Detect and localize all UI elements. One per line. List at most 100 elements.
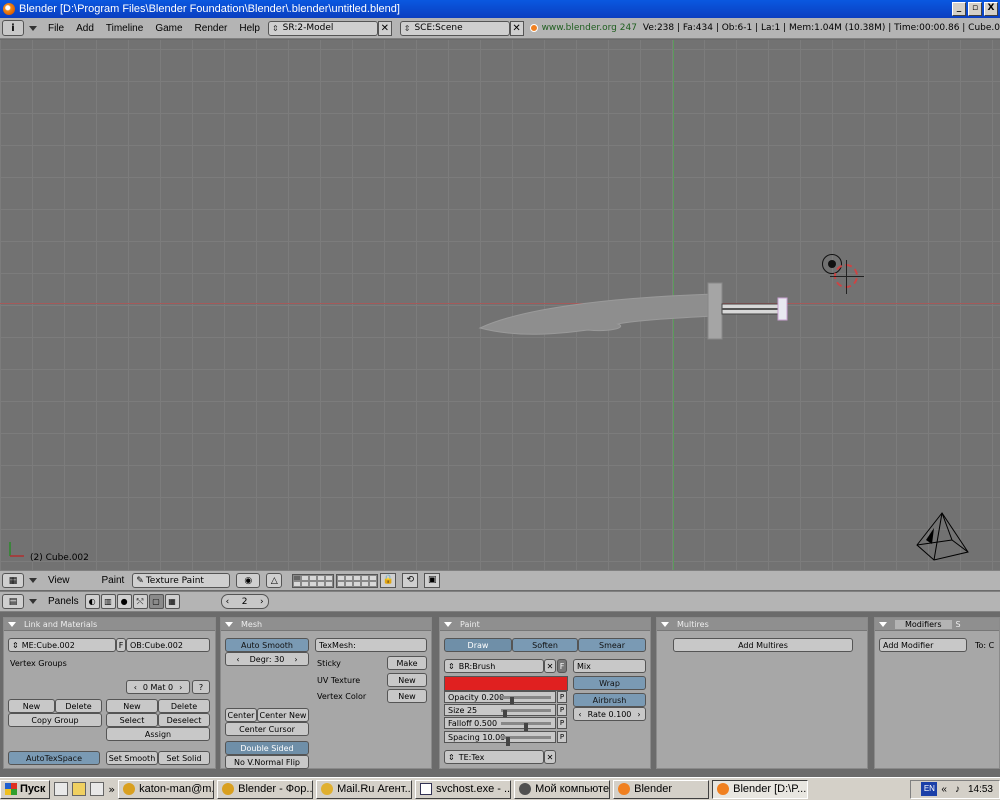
- spacing-pressure-toggle[interactable]: P: [557, 731, 567, 743]
- brush-fake-user-toggle[interactable]: F: [557, 659, 567, 673]
- size-slider[interactable]: Size 25: [444, 704, 556, 719]
- header-collapse-icon[interactable]: [28, 25, 37, 31]
- spacing-slider[interactable]: Spacing 10.00: [444, 731, 556, 746]
- panel-header[interactable]: Mesh: [221, 618, 431, 631]
- size-pressure-toggle[interactable]: P: [557, 704, 567, 716]
- tray-expand-icon[interactable]: «: [941, 784, 947, 795]
- taskbar-item[interactable]: Blender: [613, 779, 710, 799]
- blend-mode-selector[interactable]: Mix: [573, 659, 646, 673]
- texture-selector[interactable]: ⇕ TE:Tex: [444, 750, 544, 764]
- maximize-button[interactable]: ▫: [968, 2, 982, 16]
- show-desktop-icon[interactable]: [54, 782, 69, 796]
- smooth-degree-field[interactable]: ‹ Degr: 30 ›: [225, 652, 309, 666]
- select-material-button[interactable]: Select: [106, 713, 158, 727]
- delete-material-button[interactable]: Delete: [158, 699, 210, 713]
- blender-website-link[interactable]: www.blender.org 247: [529, 23, 637, 33]
- close-button[interactable]: X: [984, 2, 998, 16]
- object-context-icon[interactable]: ⤲: [132, 594, 148, 609]
- wrap-toggle[interactable]: Wrap: [573, 676, 646, 690]
- scene-selector[interactable]: ⇕ SCE:Scene: [399, 20, 510, 36]
- panels-menu[interactable]: Panels: [48, 596, 79, 607]
- mode-selector[interactable]: ✎ Texture Paint: [132, 573, 231, 588]
- taskbar-item[interactable]: svchost.exe - ...: [415, 779, 512, 799]
- start-button[interactable]: Пуск: [0, 779, 51, 799]
- panel-header[interactable]: Modifiers S: [875, 618, 999, 631]
- layer-buttons-2[interactable]: [336, 573, 379, 588]
- header-collapse-icon[interactable]: [29, 599, 37, 604]
- collapse-triangle-icon[interactable]: [444, 621, 452, 627]
- menu-help[interactable]: Help: [233, 23, 266, 34]
- vertex-color-new-button[interactable]: New: [387, 689, 427, 703]
- script-context-icon[interactable]: ▥: [100, 594, 116, 609]
- delete-vertex-group-button[interactable]: Delete: [55, 699, 102, 713]
- material-index-field[interactable]: ‹ 0 Mat 0 ›: [126, 680, 190, 694]
- sticky-make-button[interactable]: Make: [387, 656, 427, 670]
- fake-user-toggle[interactable]: F: [116, 638, 126, 652]
- object-name-field[interactable]: OB:Cube.002: [126, 638, 210, 652]
- opacity-slider[interactable]: Opacity 0.200: [444, 691, 556, 706]
- panel-header[interactable]: Link and Materials: [4, 618, 215, 631]
- delete-screen-button[interactable]: ✕: [377, 20, 392, 36]
- taskbar-item[interactable]: katon-man@m...: [118, 779, 215, 799]
- header-collapse-icon[interactable]: [29, 578, 37, 583]
- quicklaunch-window-icon[interactable]: [90, 782, 105, 796]
- 3d-viewport[interactable]: (2) Cube.002: [0, 40, 1000, 570]
- auto-smooth-toggle[interactable]: Auto Smooth: [225, 638, 309, 652]
- collapse-triangle-icon[interactable]: [661, 621, 669, 627]
- lock-icon[interactable]: 🔒: [380, 573, 397, 588]
- material-help-button[interactable]: ?: [192, 680, 210, 694]
- collapse-triangle-icon[interactable]: [879, 621, 887, 627]
- assign-material-button[interactable]: Assign: [106, 727, 210, 741]
- paint-tab-soften[interactable]: Soften: [512, 638, 578, 652]
- minimize-button[interactable]: _: [952, 2, 966, 16]
- quicklaunch-more-icon[interactable]: »: [108, 783, 115, 796]
- brush-color-swatch[interactable]: [444, 676, 568, 691]
- falloff-slider[interactable]: Falloff 0.500: [444, 717, 556, 732]
- layer-buttons-1[interactable]: [292, 573, 335, 588]
- decrement-arrow-icon[interactable]: ‹: [226, 597, 230, 607]
- set-smooth-button[interactable]: Set Smooth: [106, 751, 158, 765]
- editor-type-button[interactable]: ▦: [2, 573, 24, 588]
- shading-context-icon[interactable]: ●: [116, 594, 132, 609]
- new-vertex-group-button[interactable]: New: [8, 699, 55, 713]
- collapse-triangle-icon[interactable]: [8, 621, 16, 627]
- center-cursor-button[interactable]: Center Cursor: [225, 722, 309, 736]
- increment-arrow-icon[interactable]: ›: [260, 597, 264, 607]
- view-menu[interactable]: View: [48, 575, 70, 586]
- rate-field[interactable]: ‹ Rate 0.100 ›: [573, 707, 646, 721]
- copy-group-button[interactable]: Copy Group: [8, 713, 102, 727]
- center-new-button[interactable]: Center New: [257, 708, 309, 722]
- draw-type-selector[interactable]: ◉: [236, 573, 261, 588]
- no-vnormal-flip-toggle[interactable]: No V.Normal Flip: [225, 755, 309, 769]
- new-material-button[interactable]: New: [106, 699, 158, 713]
- scene-context-icon[interactable]: ▦: [164, 594, 180, 609]
- menu-timeline[interactable]: Timeline: [100, 23, 149, 34]
- menu-game[interactable]: Game: [149, 23, 188, 34]
- center-button[interactable]: Center: [225, 708, 257, 722]
- panel-header[interactable]: Multires: [657, 618, 867, 631]
- camera-icon[interactable]: [912, 510, 972, 565]
- paint-tab-smear[interactable]: Smear: [578, 638, 646, 652]
- info-window-type-button[interactable]: i: [2, 20, 24, 36]
- view-undo-icon[interactable]: ⟲: [402, 573, 419, 588]
- delete-scene-button[interactable]: ✕: [509, 20, 524, 36]
- taskbar-item[interactable]: Мой компьютер: [514, 779, 611, 799]
- taskbar-item-active[interactable]: Blender [D:\P...: [712, 779, 809, 799]
- paint-tab-draw[interactable]: Draw: [444, 638, 512, 652]
- delete-brush-button[interactable]: ✕: [544, 659, 556, 673]
- shapes-tab[interactable]: S: [956, 620, 961, 629]
- set-solid-button[interactable]: Set Solid: [158, 751, 210, 765]
- menu-add[interactable]: Add: [70, 23, 100, 34]
- current-frame-field[interactable]: ‹ 2 ›: [220, 594, 269, 609]
- double-sided-toggle[interactable]: Double Sided: [225, 741, 309, 755]
- airbrush-toggle[interactable]: Airbrush: [573, 693, 646, 707]
- opacity-pressure-toggle[interactable]: P: [557, 691, 567, 703]
- language-indicator[interactable]: EN: [921, 782, 938, 796]
- brush-selector[interactable]: ⇕ BR:Brush: [444, 659, 544, 673]
- taskbar-item[interactable]: Mail.Ru Агент...: [316, 779, 413, 799]
- buttons-editor-type-button[interactable]: ▤: [2, 594, 24, 609]
- panel-header[interactable]: Paint: [440, 618, 650, 631]
- sword-mesh[interactable]: [478, 280, 798, 345]
- quicklaunch-folder-icon[interactable]: [72, 782, 87, 796]
- texmesh-field[interactable]: TexMesh:: [315, 638, 427, 652]
